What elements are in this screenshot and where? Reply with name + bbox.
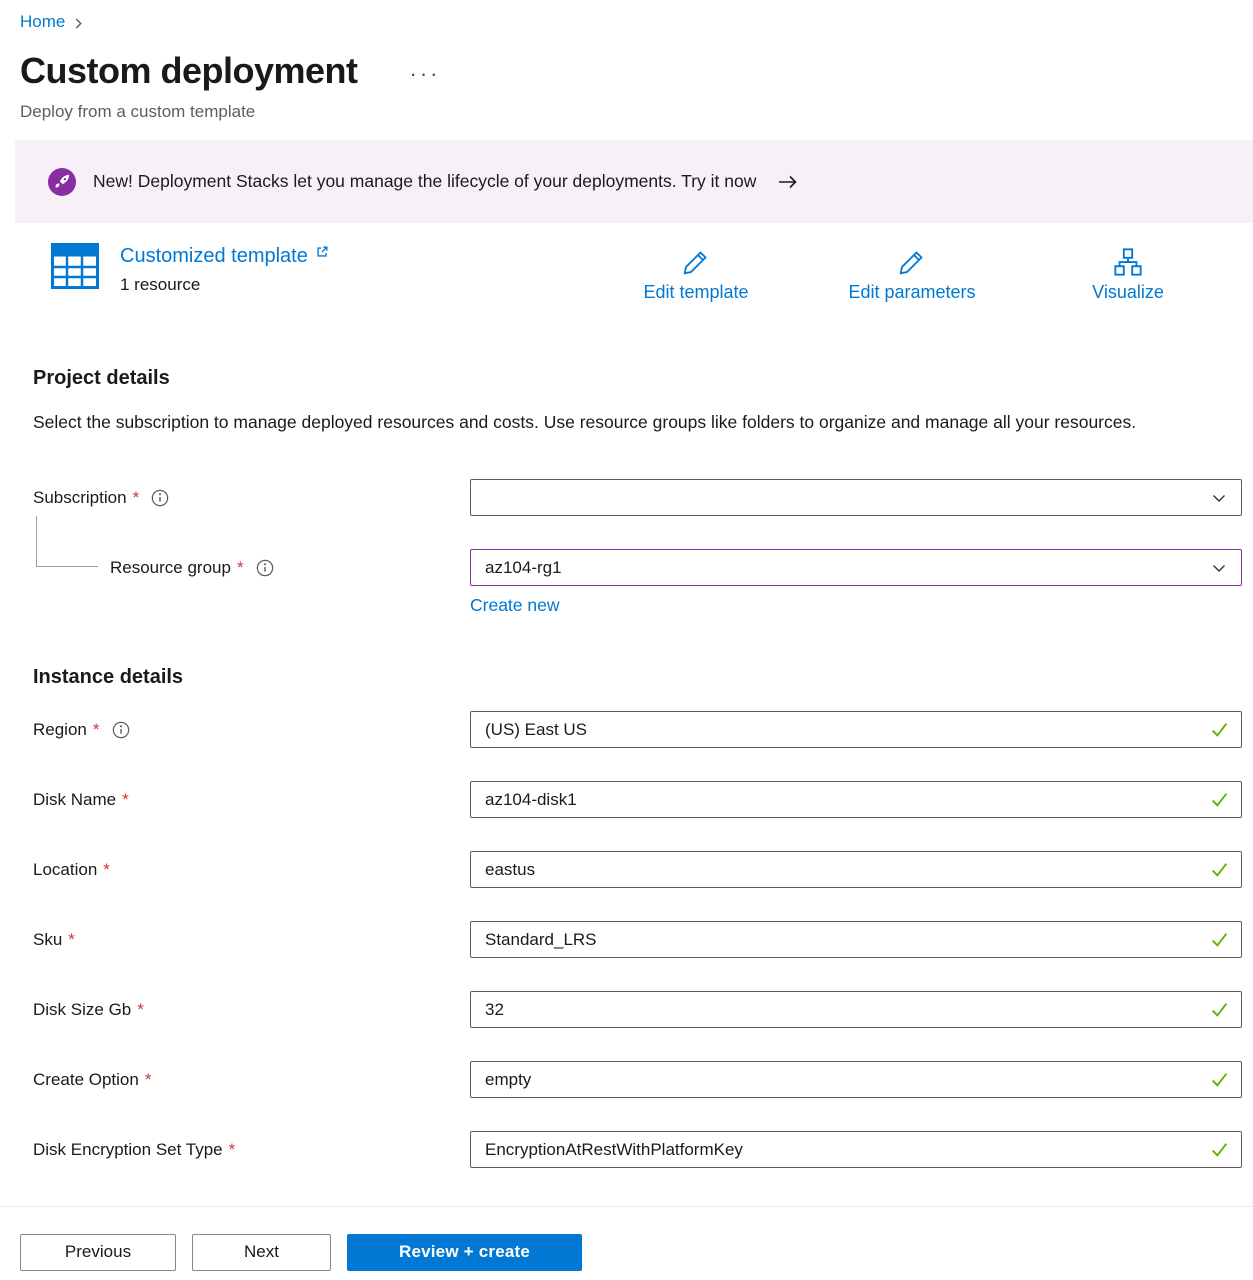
template-info: Customized template 1 resource bbox=[120, 243, 329, 295]
location-input[interactable] bbox=[485, 860, 1202, 880]
required-asterisk: * bbox=[229, 1140, 236, 1160]
required-asterisk: * bbox=[133, 488, 140, 508]
project-details-description: Select the subscription to manage deploy… bbox=[33, 407, 1183, 437]
valid-check-icon bbox=[1210, 790, 1235, 809]
previous-button[interactable]: Previous bbox=[20, 1234, 176, 1271]
resource-group-row: Resource group * az104-rg1 bbox=[33, 549, 1242, 586]
region-field bbox=[470, 711, 1242, 748]
breadcrumb-home-link[interactable]: Home bbox=[20, 12, 65, 32]
region-input[interactable] bbox=[485, 720, 1202, 740]
chevron-down-icon bbox=[1211, 490, 1227, 506]
required-asterisk: * bbox=[237, 558, 244, 578]
disk-name-row: Disk Name * bbox=[33, 781, 1242, 818]
region-row: Region * bbox=[33, 711, 1242, 748]
external-link-icon bbox=[315, 243, 329, 259]
valid-check-icon bbox=[1210, 720, 1235, 739]
resource-group-label: Resource group bbox=[110, 558, 231, 578]
location-row: Location * bbox=[33, 851, 1242, 888]
breadcrumb: Home bbox=[0, 0, 1253, 32]
sku-field bbox=[470, 921, 1242, 958]
region-label: Region bbox=[33, 720, 87, 740]
disk-encryption-set-type-label: Disk Encryption Set Type bbox=[33, 1140, 223, 1160]
sku-label: Sku bbox=[33, 930, 62, 950]
location-label: Location bbox=[33, 860, 97, 880]
create-new-link[interactable]: Create new bbox=[470, 595, 560, 616]
disk-name-input[interactable] bbox=[485, 790, 1202, 810]
required-asterisk: * bbox=[145, 1070, 152, 1090]
banner-message: New! Deployment Stacks let you manage th… bbox=[93, 171, 756, 192]
project-details-heading: Project details bbox=[33, 365, 1242, 391]
disk-size-row: Disk Size Gb * bbox=[33, 991, 1242, 1028]
info-icon[interactable] bbox=[256, 559, 274, 577]
more-options-button[interactable]: ··· bbox=[406, 61, 445, 87]
location-field bbox=[470, 851, 1242, 888]
try-it-now-arrow-icon[interactable] bbox=[777, 174, 799, 190]
template-resource-count: 1 resource bbox=[120, 275, 329, 295]
disk-encryption-set-type-field bbox=[470, 1131, 1242, 1168]
pencil-icon bbox=[681, 247, 711, 277]
pencil-icon bbox=[897, 247, 927, 277]
valid-check-icon bbox=[1210, 1070, 1235, 1089]
required-asterisk: * bbox=[103, 860, 110, 880]
next-button[interactable]: Next bbox=[192, 1234, 331, 1271]
create-option-input[interactable] bbox=[485, 1070, 1202, 1090]
page-subtitle: Deploy from a custom template bbox=[0, 94, 1253, 124]
info-icon[interactable] bbox=[112, 721, 130, 739]
page-title: Custom deployment bbox=[20, 48, 358, 94]
template-card: Customized template 1 resource Edit temp… bbox=[51, 243, 1208, 303]
sku-row: Sku * bbox=[33, 921, 1242, 958]
hierarchy-icon bbox=[1113, 247, 1143, 277]
required-asterisk: * bbox=[137, 1000, 144, 1020]
edit-parameters-button[interactable]: Edit parameters bbox=[832, 243, 992, 303]
rocket-icon bbox=[48, 168, 76, 196]
disk-size-label: Disk Size Gb bbox=[33, 1000, 131, 1020]
disk-encryption-set-type-row: Disk Encryption Set Type * bbox=[33, 1131, 1242, 1168]
subscription-label: Subscription bbox=[33, 488, 127, 508]
footer-action-bar: Previous Next Review + create bbox=[0, 1206, 1253, 1280]
required-asterisk: * bbox=[68, 930, 75, 950]
required-asterisk: * bbox=[93, 720, 100, 740]
disk-name-label: Disk Name bbox=[33, 790, 116, 810]
disk-name-field bbox=[470, 781, 1242, 818]
required-asterisk: * bbox=[122, 790, 129, 810]
disk-size-input[interactable] bbox=[485, 1000, 1202, 1020]
chevron-right-icon bbox=[74, 15, 83, 30]
valid-check-icon bbox=[1210, 930, 1235, 949]
child-field-connector bbox=[36, 516, 98, 567]
template-actions: Edit template Edit parameters Visualize bbox=[616, 243, 1208, 303]
subscription-dropdown[interactable] bbox=[470, 479, 1242, 516]
info-icon[interactable] bbox=[151, 489, 169, 507]
create-option-field bbox=[470, 1061, 1242, 1098]
deployment-stacks-banner: New! Deployment Stacks let you manage th… bbox=[15, 140, 1253, 223]
disk-size-field bbox=[470, 991, 1242, 1028]
valid-check-icon bbox=[1210, 1000, 1235, 1019]
resource-group-value: az104-rg1 bbox=[485, 558, 562, 578]
valid-check-icon bbox=[1210, 860, 1235, 879]
customized-template-link[interactable]: Customized template bbox=[120, 243, 329, 269]
edit-template-button[interactable]: Edit template bbox=[616, 243, 776, 303]
template-grid-icon bbox=[51, 243, 99, 289]
visualize-button[interactable]: Visualize bbox=[1048, 243, 1208, 303]
chevron-down-icon bbox=[1211, 560, 1227, 576]
valid-check-icon bbox=[1210, 1140, 1235, 1159]
review-create-button[interactable]: Review + create bbox=[347, 1234, 582, 1271]
create-option-row: Create Option * bbox=[33, 1061, 1242, 1098]
sku-input[interactable] bbox=[485, 930, 1202, 950]
subscription-row: Subscription * bbox=[33, 479, 1242, 516]
disk-encryption-set-type-input[interactable] bbox=[485, 1140, 1202, 1160]
create-option-label: Create Option bbox=[33, 1070, 139, 1090]
instance-details-heading: Instance details bbox=[33, 664, 1242, 690]
resource-group-dropdown[interactable]: az104-rg1 bbox=[470, 549, 1242, 586]
